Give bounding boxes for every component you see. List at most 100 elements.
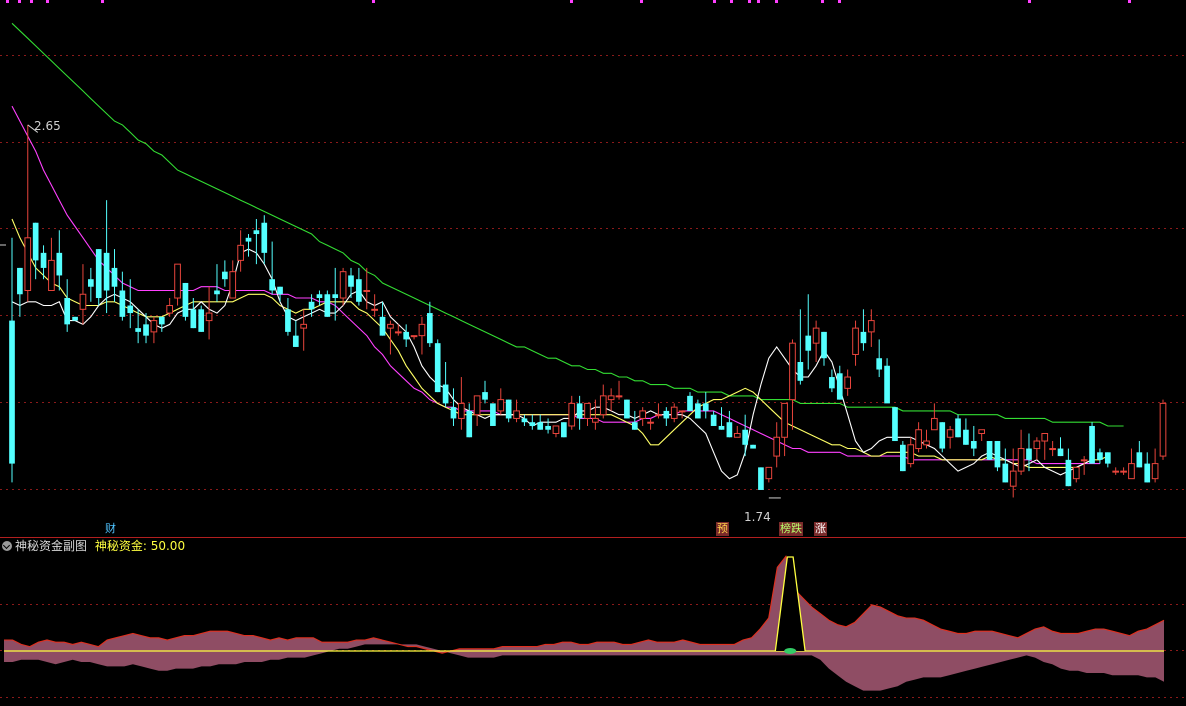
candle-8 [72,316,78,321]
candle-body-109 [867,320,875,333]
candle-body-67 [537,422,544,430]
top-event-marker-2 [30,0,33,3]
candle-body-88 [702,403,709,411]
top-event-marker-8 [713,0,716,3]
top-event-marker-7 [640,0,643,3]
candle-body-60 [482,392,488,400]
candle-body-134 [1065,459,1072,487]
candle-125 [994,441,1001,472]
candle-body-29 [237,244,244,261]
candle-body-122 [970,441,977,449]
event-tag-finance[interactable]: 财 [104,522,117,536]
candle-124 [986,441,993,460]
top-event-marker-0 [6,0,9,3]
indicator-name[interactable]: 神秘资金副图 [15,539,87,553]
candle-body-30 [245,237,252,242]
candle-body-76 [607,395,615,401]
candle-body-83 [663,410,670,419]
candle-body-2 [24,237,32,291]
candle-body-52 [418,323,426,337]
candle-body-125 [994,441,1001,468]
top-event-marker-6 [570,0,573,3]
candle-body-13 [111,267,118,287]
candle-body-49 [394,331,402,334]
candle-body-48 [387,323,394,329]
candle-body-116 [923,440,930,446]
candle-body-98 [781,402,788,438]
candle-body-5 [48,259,55,291]
candle-body-3 [32,222,39,261]
candle-body-94 [750,444,756,449]
candle-body-123 [978,429,986,434]
candle-body-32 [261,222,268,253]
candle-body-133 [1057,448,1064,457]
candle-54 [434,339,441,393]
top-event-marker-9 [730,0,733,3]
candle-body-8 [72,316,78,321]
top-event-marker-3 [46,0,49,3]
candle-body-62 [497,399,505,412]
candle-body-45 [363,289,371,292]
candle-body-120 [955,418,961,438]
candle-118 [939,422,946,453]
fund-spike-dot [784,648,797,654]
candle-body-135 [1072,466,1080,480]
top-event-marker-5 [372,0,375,3]
top-event-marker-13 [821,0,824,3]
top-event-marker-14 [838,0,841,3]
candle-112 [892,407,898,442]
candle-body-131 [1041,432,1049,442]
candle-body-38 [308,301,315,310]
candle-body-7 [64,298,71,325]
chart-background [0,0,1186,706]
candle-body-126 [1002,463,1009,483]
candle-body-59 [473,395,481,416]
candle-body-137 [1089,425,1095,464]
candle-body-14 [119,290,126,317]
chevron-down-icon[interactable] [2,541,12,551]
high-price-label: 2.65 [34,119,61,133]
candle-body-144 [1144,463,1151,483]
candle-body-110 [876,358,883,370]
candle-body-61 [490,403,496,426]
candle-body-22 [182,282,189,317]
chart-canvas [0,0,1186,706]
candle-body-66 [529,422,536,426]
candle-body-111 [884,365,890,404]
top-event-marker-15 [1028,0,1031,3]
candle-body-145 [1151,463,1159,480]
candle-body-51 [410,335,418,338]
candle-body-85 [678,410,686,413]
indicator-series-label: 神秘资金: [94,539,147,553]
candle-body-90 [718,425,725,430]
candle-body-19 [158,316,165,325]
event-tag-ranking-drop[interactable]: 榜跌 [779,522,803,536]
candle-body-9 [79,293,87,310]
candle-body-69 [552,425,560,434]
candle-body-71 [568,402,576,427]
event-tag-forecast[interactable]: 预 [716,522,729,536]
candle-body-113 [900,444,906,472]
candle-body-26 [214,290,220,295]
candle-78 [624,399,630,419]
candle-body-129 [1026,448,1032,460]
candle-body-107 [852,327,859,355]
event-tag-limit-up[interactable]: 涨 [814,522,827,536]
candle-146 [1159,399,1167,460]
candle-body-130 [1033,440,1041,450]
candle-body-89 [710,414,717,426]
candle-body-39 [316,294,323,299]
candle-body-31 [253,230,260,235]
candle-body-44 [356,279,362,302]
candle-24 [198,305,205,332]
candle-body-75 [599,395,607,416]
candle-body-57 [458,402,465,419]
candle-body-58 [466,410,473,438]
candle-body-115 [915,429,922,450]
top-event-marker-4 [101,0,104,3]
low-price-value: 1.74 [744,510,771,524]
candle-body-79 [631,422,638,430]
candle-body-55 [442,384,449,404]
candle-body-78 [624,399,630,419]
top-event-marker-1 [18,0,21,3]
